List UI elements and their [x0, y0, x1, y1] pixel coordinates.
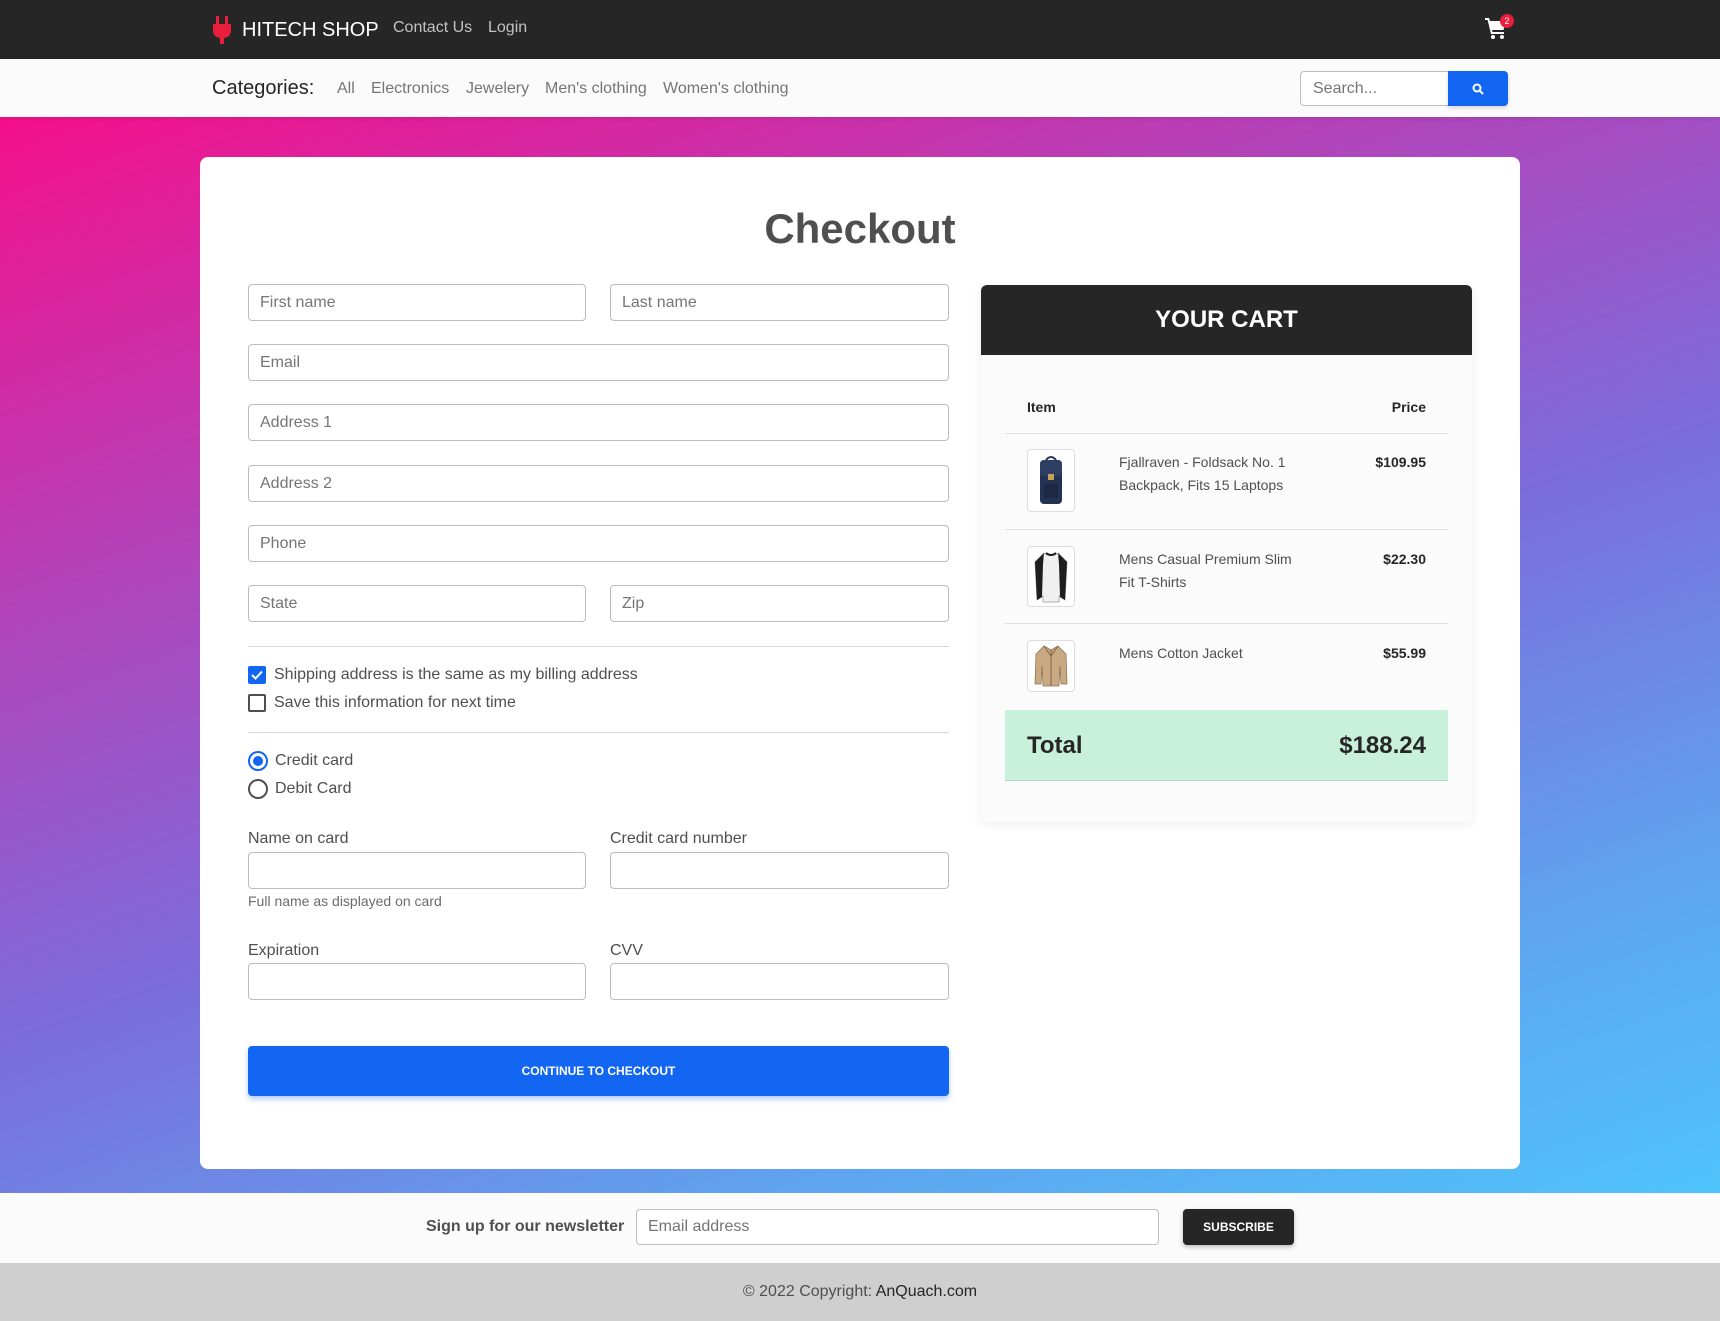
- expiration-label: Expiration: [248, 942, 320, 959]
- cart-item-price: $55.99: [1383, 645, 1426, 661]
- cart-summary: YOUR CART Item Price Fjallraven - Foldsa…: [981, 285, 1472, 822]
- row-divider: [1005, 529, 1448, 530]
- search-button[interactable]: [1448, 71, 1508, 106]
- expiration-input[interactable]: [248, 963, 586, 1000]
- same-address-option[interactable]: Shipping address is the same as my billi…: [248, 664, 638, 686]
- cart-count-badge: 2: [1500, 14, 1514, 28]
- save-info-label: Save this information for next time: [274, 694, 516, 711]
- last-name-input[interactable]: [610, 284, 949, 321]
- save-info-checkbox[interactable]: [248, 694, 266, 712]
- credit-card-label: Credit card: [275, 752, 354, 769]
- cart-item-price: $109.95: [1375, 454, 1426, 470]
- cart-item-name: Fjallraven - Foldsack No. 1 Backpack, Fi…: [1119, 454, 1286, 493]
- email-input[interactable]: [248, 344, 949, 381]
- row-divider: [1005, 623, 1448, 624]
- state-input[interactable]: [248, 585, 586, 622]
- checkmark-icon: [251, 670, 263, 680]
- cart-item-name: Mens Casual Premium Slim Fit T-Shirts: [1119, 551, 1292, 590]
- card-number-input[interactable]: [610, 852, 949, 889]
- address1-input[interactable]: [248, 404, 949, 441]
- footer: © 2022 Copyright: AnQuach.com: [0, 1263, 1720, 1321]
- cart-item-thumbnail: [1027, 546, 1075, 607]
- card-number-label: Credit card number: [610, 830, 747, 847]
- name-on-card-label: Name on card: [248, 830, 349, 847]
- top-navbar: HITECH SHOP Contact Us Login 2: [0, 0, 1720, 59]
- page-title: Checkout: [764, 205, 956, 252]
- credit-card-radio[interactable]: [248, 751, 268, 771]
- search-icon: [1472, 83, 1484, 95]
- continue-to-checkout-button[interactable]: CONTINUE TO CHECKOUT: [248, 1046, 949, 1096]
- backpack-icon: [1040, 455, 1062, 504]
- search-input[interactable]: [1300, 71, 1449, 106]
- divider: [248, 646, 949, 647]
- cvv-label: CVV: [610, 942, 643, 959]
- address2-input[interactable]: [248, 465, 949, 502]
- debit-card-label: Debit Card: [275, 780, 352, 797]
- categories-title: Categories:: [212, 77, 315, 99]
- col-header-price: Price: [1391, 399, 1426, 415]
- newsletter-label: Sign up for our newsletter: [426, 1218, 625, 1235]
- name-on-card-input[interactable]: [248, 852, 586, 889]
- cart-item-price: $22.30: [1383, 551, 1426, 567]
- same-address-label: Shipping address is the same as my billi…: [274, 666, 638, 683]
- cvv-input[interactable]: [610, 963, 949, 1000]
- brand-name: HITECH SHOP: [242, 18, 379, 41]
- newsletter-bar: Sign up for our newsletter SUBSCRIBE: [0, 1193, 1720, 1263]
- footer-link[interactable]: AnQuach.com: [876, 1283, 977, 1300]
- first-name-input[interactable]: [248, 284, 586, 321]
- cart-item-thumbnail: [1027, 640, 1075, 692]
- jacket-icon: [1034, 645, 1068, 687]
- category-mens-clothing[interactable]: Men's clothing: [545, 80, 647, 98]
- name-on-card-help: Full name as displayed on card: [248, 893, 442, 909]
- tshirt-icon: [1034, 551, 1068, 602]
- cart-total-row: Total $188.24: [1005, 710, 1448, 781]
- category-womens-clothing[interactable]: Women's clothing: [663, 80, 788, 98]
- plug-icon: [213, 16, 231, 44]
- nav-link-login[interactable]: Login: [488, 19, 527, 37]
- row-divider: [1005, 433, 1448, 434]
- total-label: Total: [1027, 732, 1083, 759]
- subscribe-button[interactable]: SUBSCRIBE: [1183, 1209, 1294, 1245]
- category-bar: Categories: All Electronics Jewelery Men…: [0, 59, 1720, 117]
- copyright-text: © 2022 Copyright:: [742, 1283, 876, 1300]
- payment-debit-option[interactable]: Debit Card: [248, 778, 351, 800]
- same-address-checkbox[interactable]: [248, 666, 266, 684]
- cart-title: YOUR CART: [981, 285, 1472, 355]
- payment-credit-option[interactable]: Credit card: [248, 750, 353, 772]
- zip-input[interactable]: [610, 585, 949, 622]
- cart-item-thumbnail: [1027, 449, 1075, 512]
- category-all[interactable]: All: [337, 80, 355, 98]
- col-header-item: Item: [1027, 399, 1056, 415]
- category-jewelery[interactable]: Jewelery: [466, 80, 529, 98]
- newsletter-email-input[interactable]: [636, 1209, 1159, 1245]
- total-value: $188.24: [1339, 732, 1426, 759]
- cart-item-name: Mens Cotton Jacket: [1119, 645, 1243, 661]
- divider: [248, 732, 949, 733]
- category-electronics[interactable]: Electronics: [371, 80, 449, 98]
- debit-card-radio[interactable]: [248, 779, 268, 799]
- brand[interactable]: HITECH SHOP: [212, 15, 379, 45]
- save-info-option[interactable]: Save this information for next time: [248, 692, 516, 714]
- checkout-card: Checkout Shipping address is the same as…: [200, 157, 1520, 1169]
- nav-link-contact[interactable]: Contact Us: [393, 19, 472, 37]
- phone-input[interactable]: [248, 525, 949, 562]
